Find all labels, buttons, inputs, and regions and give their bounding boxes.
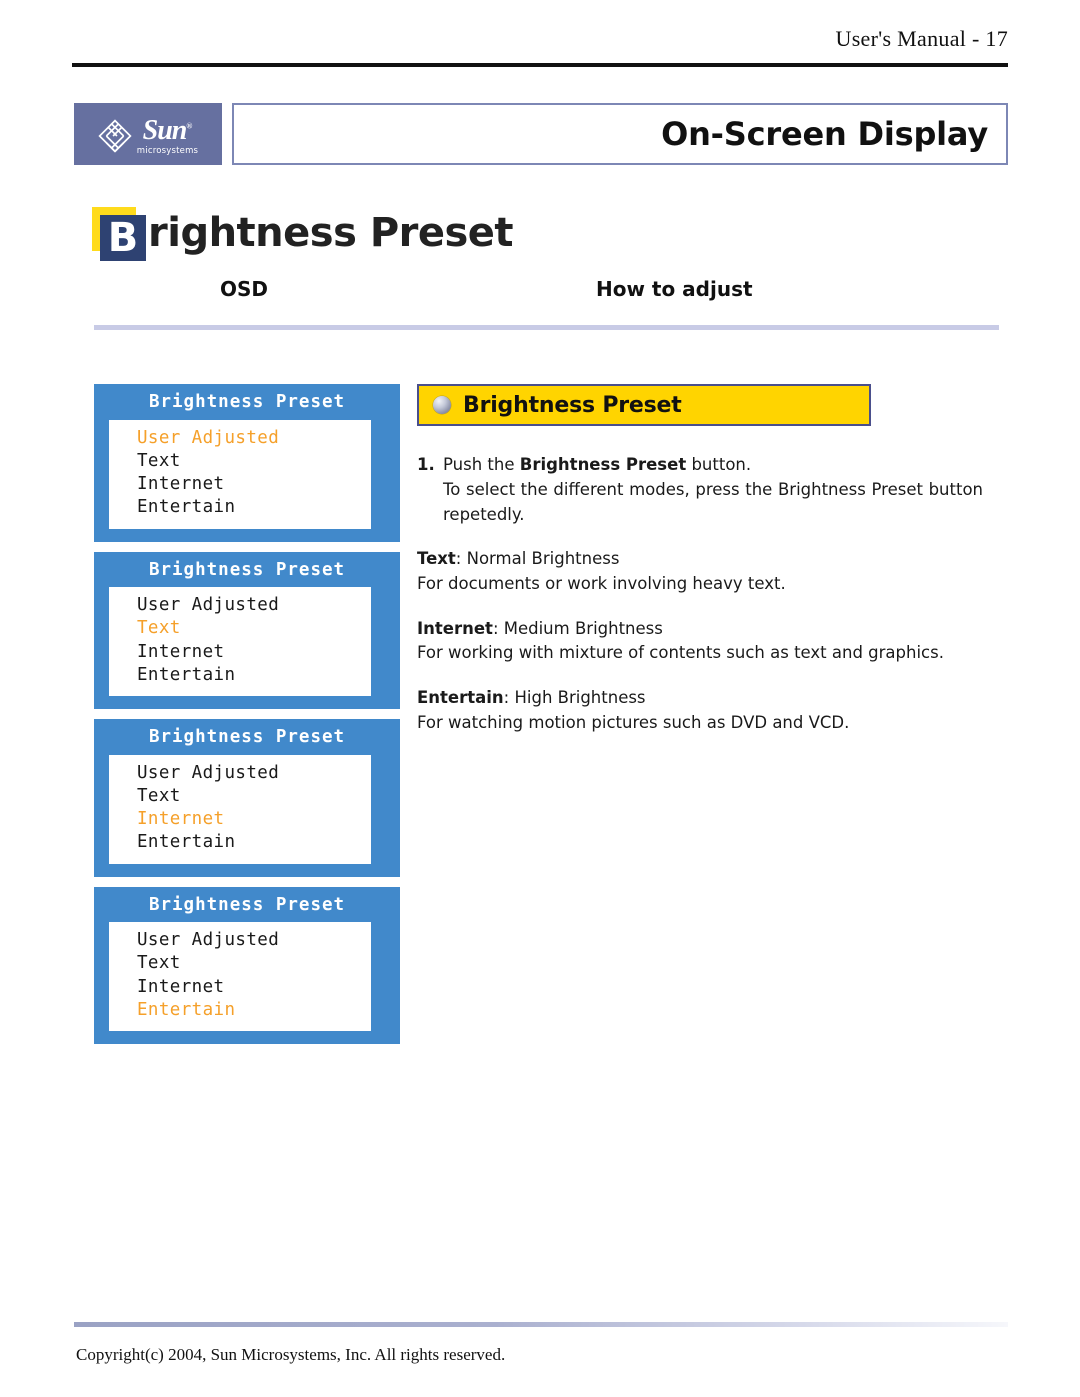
osd-option-item[interactable]: Entertain xyxy=(137,831,371,854)
osd-panel-title: Brightness Preset xyxy=(148,392,346,412)
sun-logo: Sun® microsystems xyxy=(74,103,222,165)
osd-option-item[interactable]: Text xyxy=(137,450,371,473)
mode-name: Text xyxy=(417,549,456,569)
column-header-how-to-adjust: How to adjust xyxy=(596,277,753,301)
osd-option-item[interactable]: User Adjusted xyxy=(137,594,371,617)
mode-detail-text: For watching motion pictures such as DVD… xyxy=(417,712,850,732)
osd-option-item[interactable]: Internet xyxy=(137,976,371,999)
mode-description: Entertain: High Brightness For watching m… xyxy=(417,686,983,736)
step-line-1: Push the Brightness Preset button. xyxy=(443,452,983,477)
mode-description-list: Text: Normal Brightness For documents or … xyxy=(417,547,983,736)
how-to-adjust-column: Brightness Preset 1. Push the Brightness… xyxy=(417,384,997,736)
footer-copyright: Copyright(c) 2004, Sun Microsystems, Inc… xyxy=(76,1345,506,1364)
osd-panel-title: Brightness Preset xyxy=(148,727,346,748)
how-to-adjust-body: 1. Push the Brightness Preset button. To… xyxy=(417,452,983,736)
page-header: User's Manual - 17 xyxy=(0,0,1080,70)
osd-option-item[interactable]: Entertain xyxy=(137,999,371,1022)
osd-option-item[interactable]: User Adjusted xyxy=(137,929,371,952)
osd-panel: Brightness Preset User Adjusted Text Intern… xyxy=(94,886,400,1045)
osd-option-item[interactable]: Internet xyxy=(137,641,371,664)
section-title: On-Screen Display xyxy=(661,115,988,153)
title-badge-letter: B xyxy=(107,215,139,261)
sun-pinwheel-icon xyxy=(98,119,132,153)
step-line1-prefix: Push the xyxy=(443,455,520,474)
osd-option-list: User Adjusted Text Internet Entertain xyxy=(109,419,371,529)
page-title: B rightness Preset xyxy=(92,205,514,261)
osd-option-list: User Adjusted Text Internet Entertain xyxy=(109,587,371,697)
osd-option-item[interactable]: Internet xyxy=(137,808,371,831)
step-line1-suffix: button. xyxy=(686,455,752,474)
sun-wordmark: Sun® xyxy=(142,114,193,146)
manual-page-label: User's Manual - 17 xyxy=(835,26,1008,51)
column-headers: OSD How to adjust xyxy=(92,277,1008,309)
column-divider-rule xyxy=(94,325,999,330)
footer-divider-rule xyxy=(74,1322,1008,1327)
step-1: 1. Push the Brightness Preset button. To… xyxy=(417,452,983,527)
banner-label: Brightness Preset xyxy=(463,392,682,418)
step-line-2: To select the different modes, press the… xyxy=(443,480,983,525)
osd-panel-title: Brightness Preset xyxy=(148,894,346,915)
brightness-preset-banner: Brightness Preset xyxy=(417,384,871,426)
mode-detail-text: For working with mixture of contents suc… xyxy=(417,643,944,663)
mode-heading-rest: : Normal Brightness xyxy=(455,549,620,569)
mode-heading: Text: Normal Brightness xyxy=(417,547,983,572)
osd-option-item[interactable]: Entertain xyxy=(137,664,371,687)
column-header-osd: OSD xyxy=(220,277,269,301)
mode-description: Internet: Medium Brightness For working w… xyxy=(417,617,983,667)
mode-name: Internet xyxy=(417,618,493,638)
page-title-text: rightness Preset xyxy=(148,210,514,256)
header-divider-rule xyxy=(72,63,1008,67)
mode-description: Text: Normal Brightness For documents or … xyxy=(417,547,983,597)
osd-option-item[interactable]: User Adjusted xyxy=(137,427,371,450)
mode-heading-rest: : Medium Brightness xyxy=(492,618,663,638)
mode-name: Entertain xyxy=(417,688,504,708)
mode-heading: Internet: Medium Brightness xyxy=(417,617,983,642)
osd-option-list: User Adjusted Text Internet Entertain xyxy=(109,754,371,864)
osd-panel-list: Brightness Preset User Adjusted Text Intern… xyxy=(94,384,400,1054)
step-line1-bold: Brightness Preset xyxy=(519,455,687,474)
osd-panel: Brightness Preset User Adjusted Text Intern… xyxy=(94,384,400,542)
osd-option-item[interactable]: Text xyxy=(137,952,371,975)
osd-panel-title: Brightness Preset xyxy=(148,559,346,580)
sun-sublabel: microsystems xyxy=(136,145,199,156)
osd-option-item[interactable]: User Adjusted xyxy=(137,762,371,785)
osd-option-item[interactable]: Internet xyxy=(137,473,371,496)
osd-option-item[interactable]: Entertain xyxy=(137,496,371,519)
osd-panel: Brightness Preset User Adjusted Text Intern… xyxy=(94,719,400,877)
mode-heading: Entertain: High Brightness xyxy=(417,686,983,711)
title-badge: B xyxy=(92,207,146,261)
brand-bar: Sun® microsystems On-Screen Display xyxy=(74,103,1008,165)
section-title-box: On-Screen Display xyxy=(232,103,1008,165)
mode-heading-rest: : High Brightness xyxy=(503,688,646,708)
sphere-bullet-icon xyxy=(433,396,451,414)
trademark-symbol: ® xyxy=(186,121,193,131)
osd-option-list: User Adjusted Text Internet Entertain xyxy=(109,922,371,1032)
osd-panel: Brightness Preset User Adjusted Text Intern… xyxy=(94,551,400,710)
step-number: 1. xyxy=(417,455,435,474)
mode-detail-text: For documents or work involving heavy te… xyxy=(417,573,786,593)
osd-option-item[interactable]: Text xyxy=(137,617,371,640)
osd-option-item[interactable]: Text xyxy=(137,785,371,808)
